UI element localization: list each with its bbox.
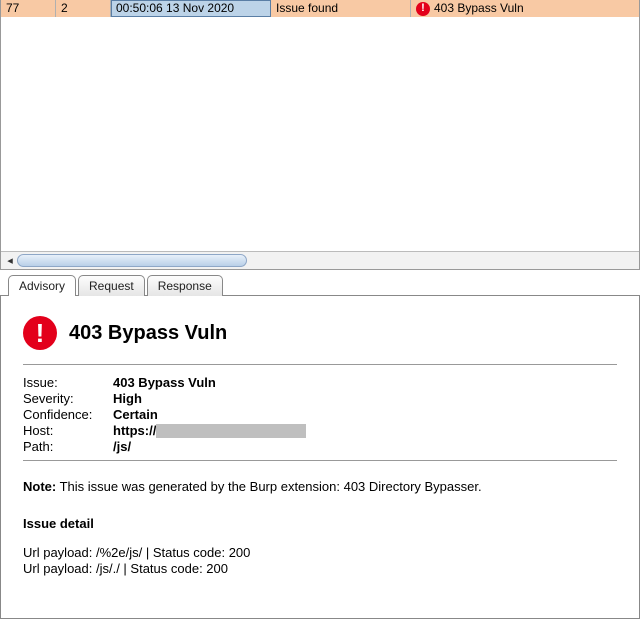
issue-title: 403 Bypass Vuln [69,322,227,345]
label-path: Path: [23,439,113,454]
cell-sub: 2 [56,0,111,17]
issue-meta-table: Issue: 403 Bypass Vuln Severity: High Co… [23,375,617,454]
cell-time-selected[interactable]: 00:50:06 13 Nov 2020 [111,0,271,17]
table-row[interactable]: 77 2 00:50:06 13 Nov 2020 Issue found ! … [1,0,639,17]
value-path: /js/ [113,439,617,454]
cell-issue-text: 403 Bypass Vuln [434,0,524,17]
horizontal-scrollbar[interactable]: ◂ [1,251,639,269]
alert-icon: ! [416,2,430,16]
tab-advisory[interactable]: Advisory [8,275,76,296]
value-severity: High [113,391,617,406]
tab-response[interactable]: Response [147,275,223,296]
issue-detail-heading: Issue detail [23,516,617,531]
separator [23,460,617,461]
value-host: https:// [113,423,617,438]
label-confidence: Confidence: [23,407,113,422]
label-severity: Severity: [23,391,113,406]
value-issue: 403 Bypass Vuln [113,375,617,390]
cell-status: Issue found [271,0,411,17]
value-confidence: Certain [113,407,617,422]
tabs-bar: Advisory Request Response [0,270,640,296]
label-host: Host: [23,423,113,438]
payload-line: Url payload: /js/./ | Status code: 200 [23,561,617,576]
label-issue: Issue: [23,375,113,390]
scroll-thumb[interactable] [17,254,247,267]
scroll-left-icon[interactable]: ◂ [3,254,17,268]
note-text: This issue was generated by the Burp ext… [56,479,481,494]
alert-icon: ! [23,316,57,350]
advisory-panel: ! 403 Bypass Vuln Issue: 403 Bypass Vuln… [0,296,640,619]
host-prefix: https:// [113,423,156,438]
issue-title-row: ! 403 Bypass Vuln [23,316,617,350]
issues-table-pane: 77 2 00:50:06 13 Nov 2020 Issue found ! … [0,0,640,270]
note-label: Note: [23,479,56,494]
note-line: Note: This issue was generated by the Bu… [23,479,617,494]
cell-issue: ! 403 Bypass Vuln [411,0,639,17]
redacted-host [156,424,306,438]
tab-request[interactable]: Request [78,275,145,296]
cell-index: 77 [1,0,56,17]
separator [23,364,617,365]
payload-line: Url payload: /%2e/js/ | Status code: 200 [23,545,617,560]
